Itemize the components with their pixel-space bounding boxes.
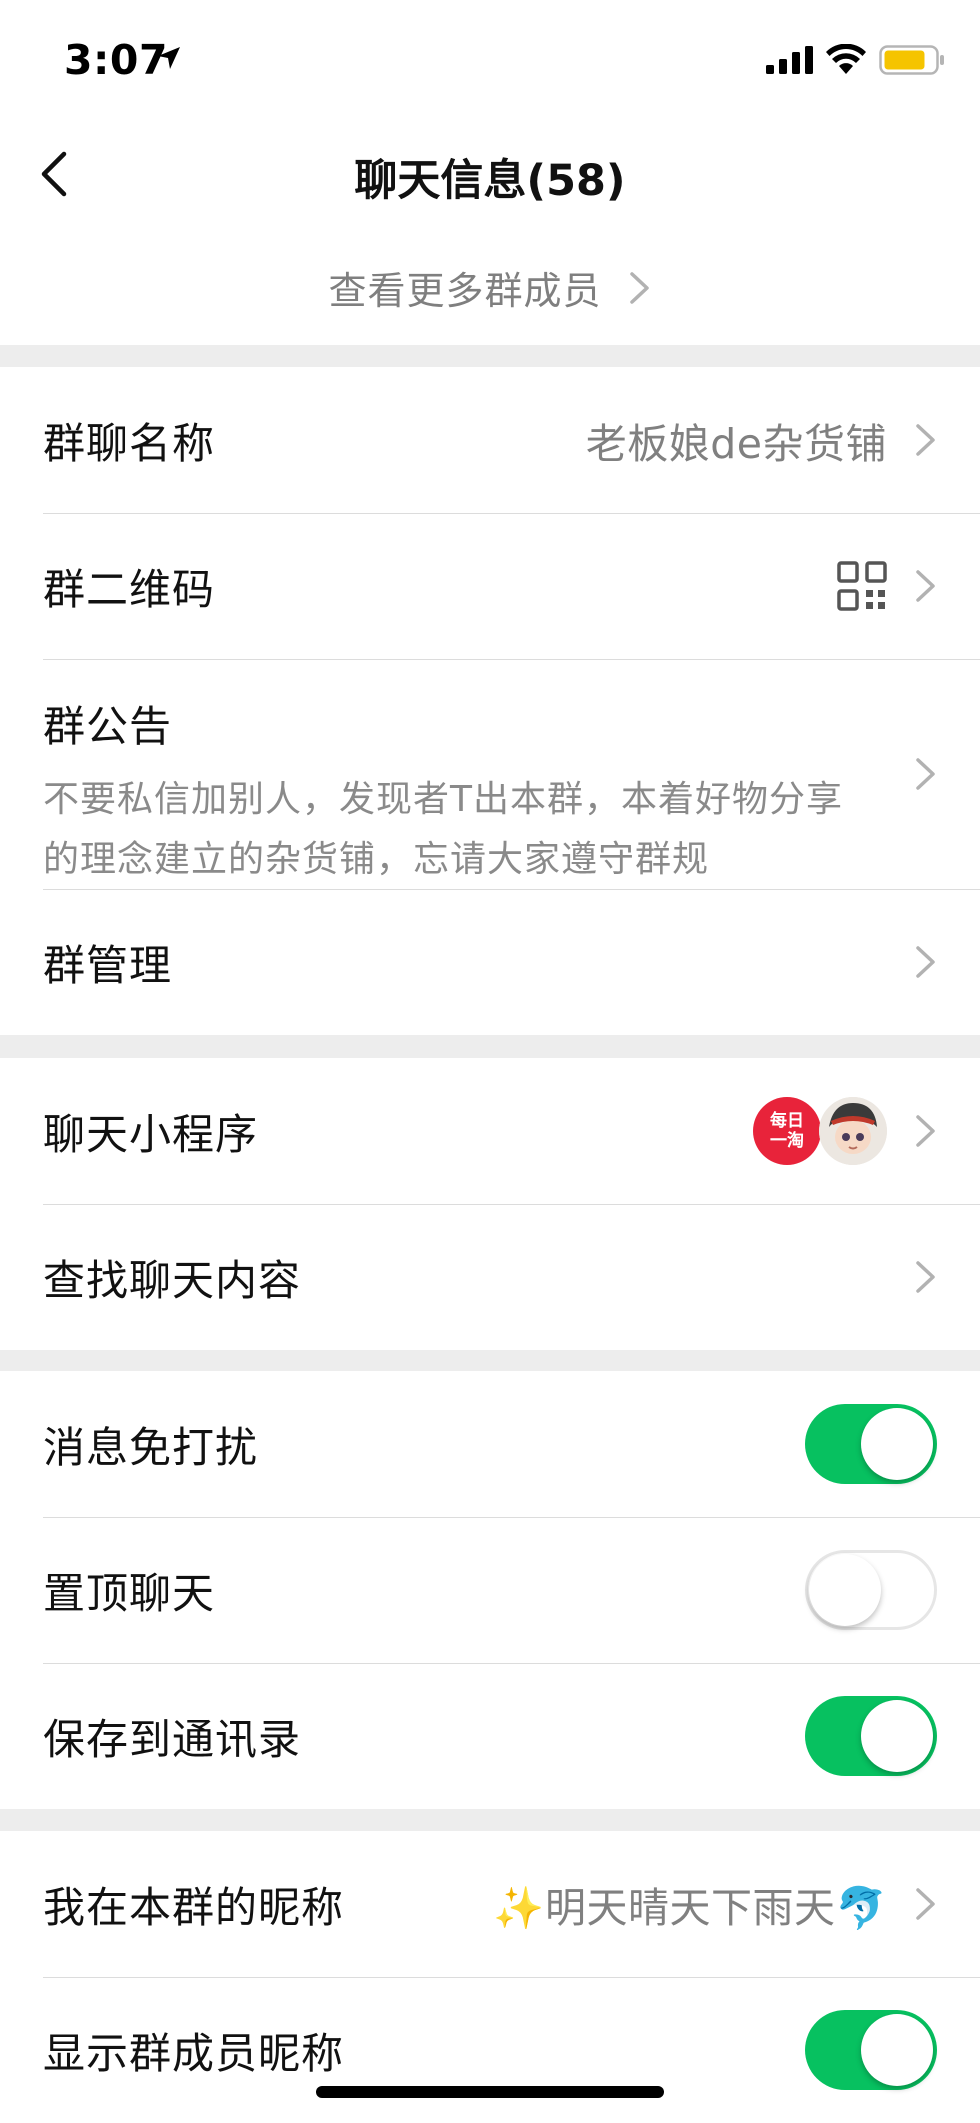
- mute-notifications-label: 消息免打扰: [43, 1422, 259, 1472]
- chevron-right-icon: [916, 570, 935, 602]
- chevron-right-icon: [916, 758, 935, 790]
- group-info-section: 群聊名称 老板娘de杂货铺 群二维码 群公告 不要私信加别人，发现者T出本群，本…: [0, 367, 980, 1035]
- cartoon-character-icon: [819, 1097, 887, 1165]
- mute-notifications-row: 消息免打扰: [0, 1371, 980, 1517]
- search-chat-content-row[interactable]: 查找聊天内容: [0, 1204, 980, 1350]
- save-to-contacts-row: 保存到通讯录: [0, 1663, 980, 1809]
- mini-program-avatars: 每日一淘: [753, 1097, 887, 1165]
- chat-tools-section: 聊天小程序 每日一淘 查找聊天内容: [0, 1058, 980, 1350]
- page-title: 聊天信息(58): [354, 156, 626, 206]
- group-announcement-row[interactable]: 群公告 不要私信加别人，发现者T出本群，本着好物分享的理念建立的杂货铺，忘请大家…: [0, 659, 980, 889]
- group-name-label: 群聊名称: [43, 418, 216, 468]
- mini-program-avatar-daily-deals: 每日一淘: [753, 1097, 821, 1165]
- pin-chat-row: 置顶聊天: [0, 1517, 980, 1663]
- status-bar: 3:07: [0, 0, 980, 118]
- chat-settings-section: 消息免打扰 置顶聊天 保存到通讯录: [0, 1371, 980, 1809]
- mute-notifications-toggle[interactable]: [805, 1404, 937, 1484]
- chat-mini-programs-row[interactable]: 聊天小程序 每日一淘: [0, 1058, 980, 1204]
- group-qr-code-label: 群二维码: [43, 564, 216, 614]
- show-member-nicknames-row: 显示群成员昵称: [0, 1977, 980, 2123]
- save-to-contacts-toggle[interactable]: [805, 1696, 937, 1776]
- chevron-right-icon: [916, 1115, 935, 1147]
- chevron-right-icon: [916, 424, 935, 456]
- pin-chat-label: 置顶聊天: [43, 1568, 216, 1618]
- show-member-nicknames-toggle[interactable]: [805, 2010, 937, 2090]
- view-more-members-label: 查看更多群成员: [328, 269, 602, 313]
- chat-info-screen: 3:07 聊天信息(58) 查看更多群成员 群聊名称 老板娘de杂货铺 群二维码…: [0, 0, 980, 2123]
- chevron-right-icon: [916, 1888, 935, 1920]
- my-group-nickname-label: 我在本群的昵称: [43, 1882, 345, 1932]
- wifi-icon: [826, 44, 866, 74]
- location-arrow-icon: [158, 47, 180, 69]
- my-group-nickname-value: ✨明天晴天下雨天🐬: [493, 1884, 887, 1932]
- group-management-row[interactable]: 群管理: [0, 889, 980, 1035]
- group-name-row[interactable]: 群聊名称 老板娘de杂货铺: [0, 367, 980, 513]
- status-time: 3:07: [64, 36, 168, 84]
- group-qr-code-row[interactable]: 群二维码: [0, 513, 980, 659]
- toggle-knob: [861, 1700, 933, 1772]
- navigation-bar: 聊天信息(58): [0, 118, 980, 230]
- cellular-signal-icon: [766, 46, 813, 74]
- chevron-right-icon: [916, 1261, 935, 1293]
- qr-code-icon: [837, 561, 887, 611]
- show-member-nicknames-label: 显示群成员昵称: [43, 2028, 345, 2078]
- view-more-members-link[interactable]: 查看更多群成员: [0, 230, 980, 345]
- battery-icon: [879, 45, 944, 75]
- mini-program-avatar-character: [819, 1097, 887, 1165]
- profile-section: 我在本群的昵称 ✨明天晴天下雨天🐬 显示群成员昵称: [0, 1831, 980, 2123]
- group-announcement-text: 不要私信加别人，发现者T出本群，本着好物分享的理念建立的杂货铺，忘请大家遵守群规: [43, 779, 843, 880]
- save-to-contacts-label: 保存到通讯录: [43, 1714, 302, 1764]
- pin-chat-toggle[interactable]: [805, 1550, 937, 1630]
- toggle-knob: [809, 1554, 881, 1626]
- group-name-value: 老板娘de杂货铺: [585, 420, 887, 468]
- chevron-right-icon: [629, 271, 649, 304]
- group-announcement-label: 群公告: [43, 702, 173, 751]
- search-chat-content-label: 查找聊天内容: [43, 1255, 302, 1305]
- mini-program-avatar-text: 每日一淘: [770, 1111, 804, 1151]
- chevron-right-icon: [916, 946, 935, 978]
- chat-mini-programs-label: 聊天小程序: [43, 1109, 259, 1159]
- my-group-nickname-row[interactable]: 我在本群的昵称 ✨明天晴天下雨天🐬: [0, 1831, 980, 1977]
- toggle-knob: [861, 2014, 933, 2086]
- toggle-knob: [861, 1408, 933, 1480]
- home-indicator[interactable]: [316, 2086, 664, 2098]
- announcement-content: 群公告 不要私信加别人，发现者T出本群，本着好物分享的理念建立的杂货铺，忘请大家…: [43, 659, 873, 890]
- group-management-label: 群管理: [43, 940, 173, 990]
